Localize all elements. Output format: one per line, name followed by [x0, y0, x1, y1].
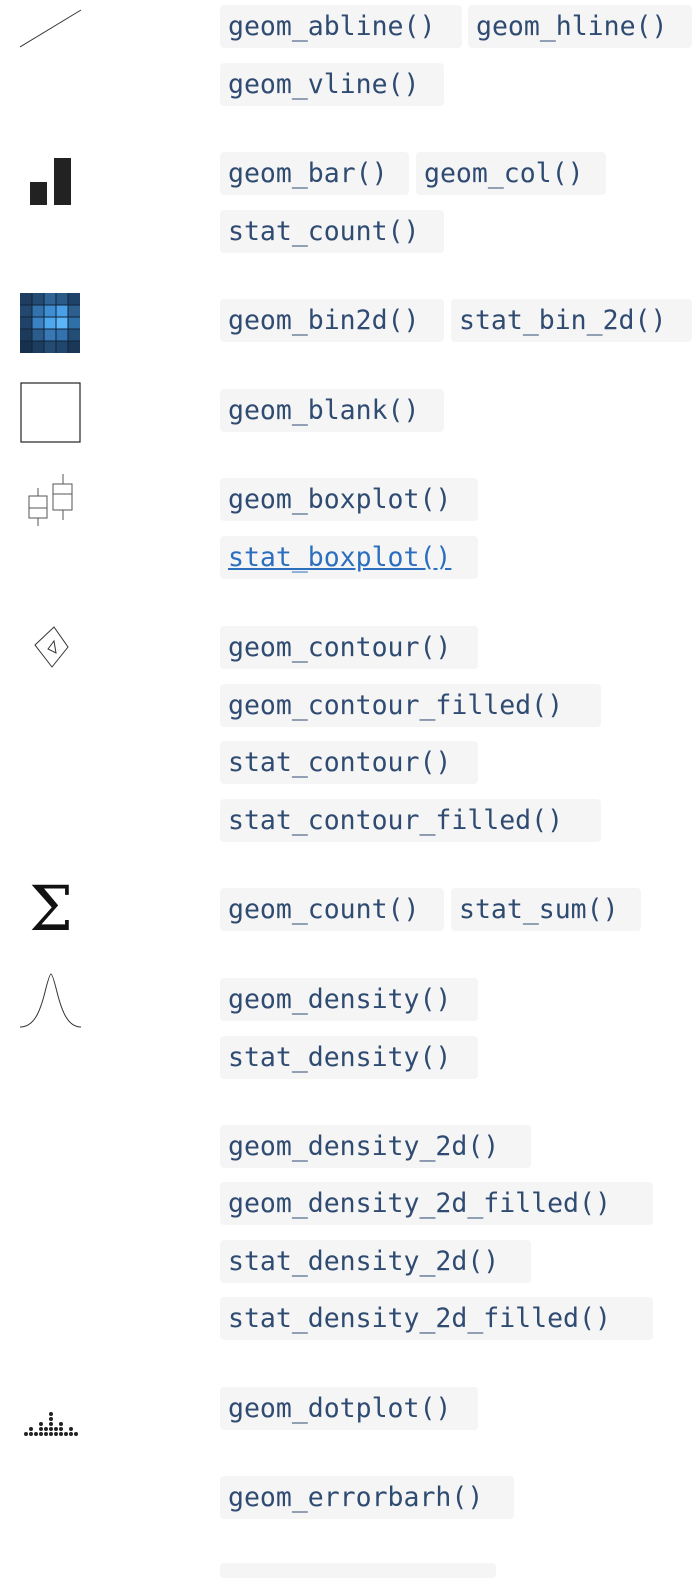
function-link-geom-contour[interactable]: geom_contour() — [220, 626, 478, 669]
function-link-geom-density-2d[interactable]: geom_density_2d() — [220, 1125, 531, 1168]
function-link-geom-dotplot[interactable]: geom_dotplot() — [220, 1387, 478, 1430]
function-link-geom-bar[interactable]: geom_bar() — [220, 152, 409, 195]
function-link-geom-density-2d-filled[interactable]: geom_density_2d_filled() — [220, 1182, 653, 1225]
function-link-geom-blank[interactable]: geom_blank() — [220, 389, 444, 432]
function-link-geom-bin2d[interactable]: geom_bin2d() — [220, 299, 444, 342]
diagonal-line-icon — [20, 8, 82, 70]
function-link-stat-density-2d-filled[interactable]: stat_density_2d_filled() — [220, 1297, 653, 1340]
function-link-geom-vline[interactable]: geom_vline() — [220, 63, 444, 106]
function-link-geom-boxplot[interactable]: geom_boxplot() — [220, 478, 478, 521]
function-link-geom-col[interactable]: geom_col() — [416, 152, 606, 195]
function-link-stat-boxplot[interactable]: stat_boxplot() — [220, 536, 478, 579]
sigma-icon: Σ — [29, 872, 73, 945]
bar-chart-icon — [20, 152, 82, 214]
heatmap-grid-icon — [20, 293, 82, 355]
function-link-stat-bin-2d[interactable]: stat_bin_2d() — [451, 299, 692, 342]
function-link-stat-contour[interactable]: stat_contour() — [220, 741, 478, 784]
function-link-stat-count[interactable]: stat_count() — [220, 210, 444, 253]
dotplot-icon — [20, 1404, 82, 1466]
blank-square-icon — [20, 382, 82, 444]
function-link-geom-abline[interactable]: geom_abline() — [220, 5, 462, 48]
function-link-geom-hline[interactable]: geom_hline() — [468, 5, 692, 48]
function-link-stat-contour-filled[interactable]: stat_contour_filled() — [220, 799, 601, 842]
function-link-geom-count[interactable]: geom_count() — [220, 888, 444, 931]
function-link-geom-errorbarh[interactable]: geom_errorbarh() — [220, 1476, 514, 1519]
function-link-geom-density[interactable]: geom_density() — [220, 978, 478, 1021]
function-link-stat-sum[interactable]: stat_sum() — [451, 888, 641, 931]
function-link-partial[interactable] — [220, 1563, 496, 1578]
function-link-stat-density-2d[interactable]: stat_density_2d() — [220, 1240, 531, 1283]
contour-icon — [20, 623, 82, 685]
function-link-geom-contour-filled[interactable]: geom_contour_filled() — [220, 684, 601, 727]
function-link-stat-density[interactable]: stat_density() — [220, 1036, 478, 1079]
boxplot-icon — [20, 472, 82, 534]
bell-curve-icon — [20, 972, 82, 1034]
